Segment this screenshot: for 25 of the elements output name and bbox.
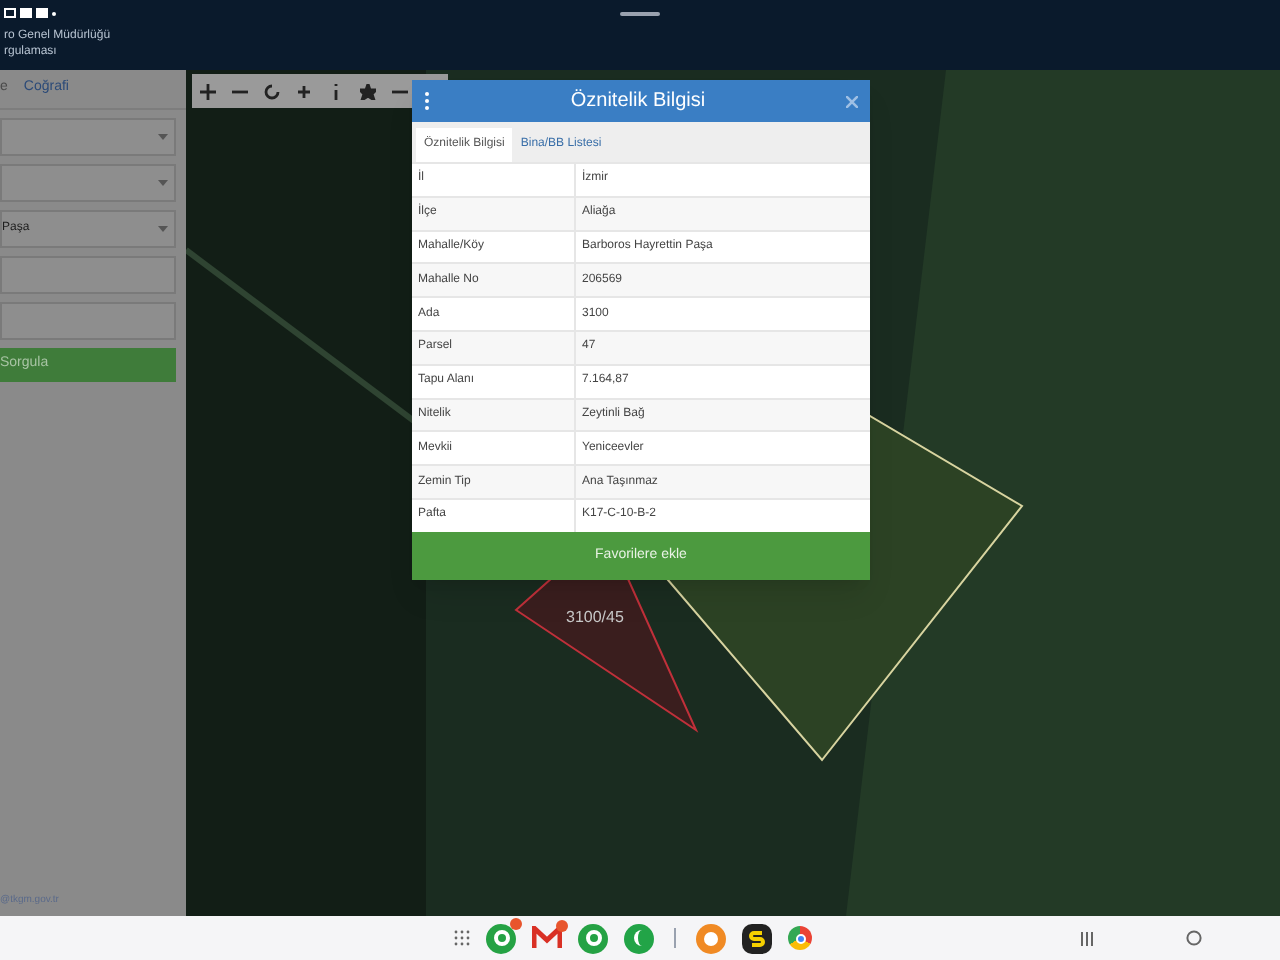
chat-app-icon[interactable] — [486, 923, 516, 953]
home-icon[interactable] — [1186, 930, 1202, 946]
notification-badge — [510, 917, 522, 929]
app-icon[interactable] — [742, 923, 772, 953]
caret-icon — [158, 226, 168, 232]
map-tool-icon[interactable] — [360, 83, 376, 99]
map-tool-icon[interactable] — [200, 83, 216, 99]
caret-icon — [158, 180, 168, 186]
notification-badge — [556, 920, 568, 932]
dropdown-field[interactable] — [0, 164, 176, 202]
dropdown-field[interactable] — [0, 118, 176, 156]
chat-app-icon[interactable] — [578, 923, 608, 953]
app-grid-icon[interactable] — [454, 930, 470, 946]
dialog-title: Öznitelik Bilgisi — [568, 87, 708, 116]
parcel-label: 3100/45 — [566, 606, 624, 630]
handle-bar — [620, 12, 660, 16]
menu-icon[interactable] — [424, 92, 430, 110]
recents-icon[interactable] — [1080, 931, 1094, 945]
browser-app-icon[interactable] — [788, 926, 812, 950]
caret-icon — [158, 134, 168, 140]
mail-app-icon[interactable] — [532, 926, 562, 950]
map-tool-icon[interactable] — [296, 83, 312, 99]
close-icon[interactable] — [846, 95, 858, 107]
status-icons — [4, 8, 56, 18]
phone-app-icon[interactable] — [624, 923, 654, 953]
